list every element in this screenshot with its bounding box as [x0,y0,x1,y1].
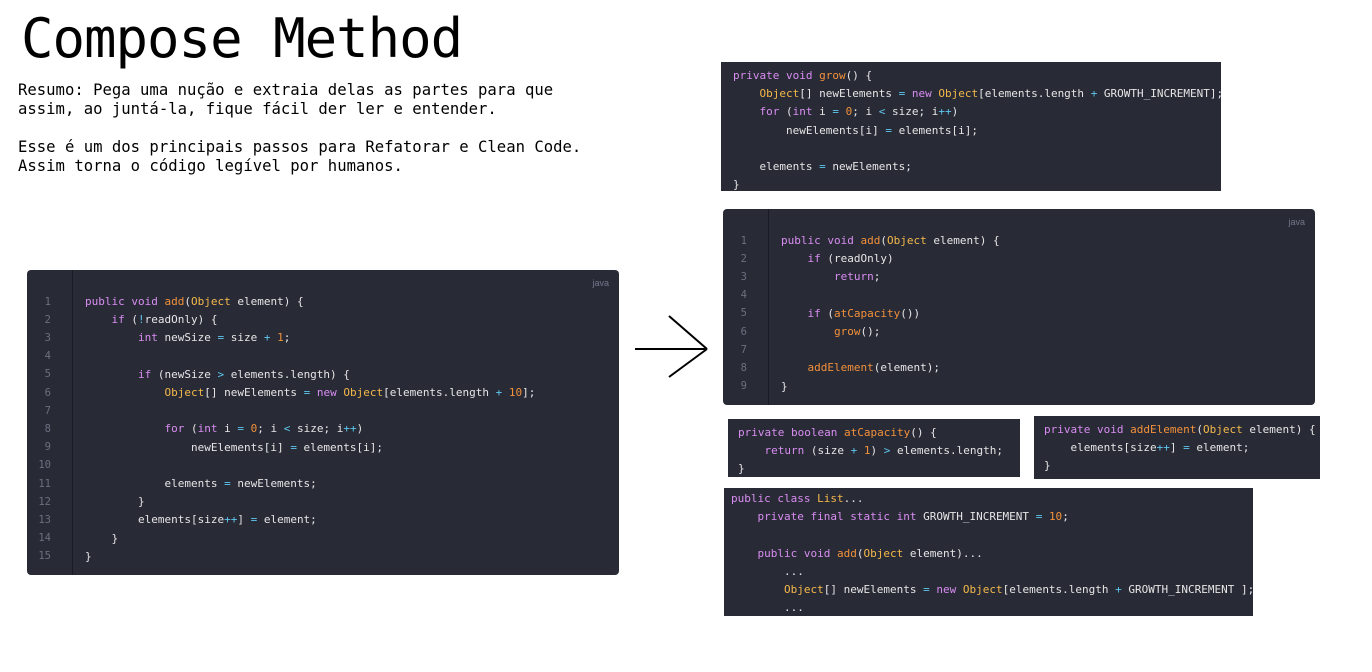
arrow-right-icon [635,315,708,378]
line-number: 9 [44,441,51,454]
language-label: java [1288,217,1305,227]
at-capacity-code-block: private boolean atCapacity() { return (s… [728,419,1020,477]
code-line: int newSize = size + 1; [137,331,291,345]
summary-line-1: Resumo: Pega uma nução e extraia delas a… [18,81,554,99]
line-number: 14 [38,532,51,545]
line-number: 11 [38,477,51,490]
code-line: private boolean atCapacity() { [738,426,937,439]
code-line: elements = newElements; [85,477,317,490]
code-line: } [1044,459,1051,473]
code-line: if (atCapacity()) [807,306,921,320]
line-number: 15 [38,550,51,563]
line-number: 7 [44,404,51,417]
line-number: 6 [740,325,747,338]
line-number: 3 [740,270,747,283]
line-number: 8 [44,422,51,435]
code-line: grow(); [833,325,881,338]
code-line: public void add(Object element) { [781,234,1000,247]
line-number: 12 [38,495,51,508]
code-line: } [781,379,788,393]
code-line: elements = newElements; [733,160,912,173]
code-line: public void add(Object element) { [85,295,304,308]
line-number: 5 [740,307,747,320]
code-line: Object[] newElements = new Object[elemen… [164,386,536,399]
line-number: 13 [38,513,51,526]
line-number: 9 [740,380,747,393]
code-line: } [733,178,740,192]
line-number: 5 [44,368,51,381]
code-line: elements[size++] = element; [1044,441,1250,455]
summary-line-4: Assim torna o código legível por humanos… [18,157,403,175]
code-line: return (size + 1) > elements.length; [764,444,1003,458]
line-number: 3 [44,331,51,344]
code-line: Object[] newElements = new Object[elemen… [783,583,1255,596]
code-line: Object[] newElements = new Object[elemen… [759,87,1224,101]
code-line: return; [833,270,881,284]
line-number: 1 [44,295,51,308]
summary-line-2: assim, ao juntá-la, fique fácil der ler … [18,100,497,118]
code-line: ... [731,601,804,615]
code-line: for (int i = 0; i < size; i++) [759,105,959,119]
line-number: 2 [44,313,51,326]
page-title: Compose Method [21,7,463,70]
language-label: java [592,278,609,288]
code-line: public class List... [731,492,864,505]
grow-code-block: private void grow() { Object[] newElemen… [721,62,1224,192]
summary-line-3: Esse é um dos principais passos para Ref… [18,138,582,156]
line-number: 4 [44,350,51,363]
class-list-code-block: public class List... private final stati… [724,488,1255,616]
code-line: if (newSize > elements.length) { [137,367,350,381]
code-line: addElement(element); [807,361,940,375]
line-number: 6 [44,386,51,399]
line-number: 2 [740,252,747,265]
code-line: } [738,462,745,476]
code-line: public void add(Object element)... [757,546,983,560]
original-add-code-block: java 1 public void add(Object element) { 2… [27,270,619,575]
code-line: } [85,495,145,509]
code-line: if (!readOnly) { [111,313,218,327]
refactored-add-code-block: java 1 public void add(Object element) { 2… [723,209,1315,405]
code-line: private final static int GROWTH_INCREMEN… [757,510,1069,524]
line-number: 10 [38,459,51,472]
code-line: private void grow() { [733,69,873,82]
code-line: for (int i = 0; i < size; i++) [164,422,364,436]
code-line: } [85,531,119,545]
code-line: } [85,549,92,563]
add-element-code-block: private void addElement(Object element) … [1034,416,1320,479]
line-number: 1 [740,234,747,247]
code-line: newElements[i] = elements[i]; [85,440,384,454]
line-number: 8 [740,361,747,374]
code-line: private void addElement(Object element) … [1044,423,1316,436]
code-line: elements[size++] = element; [85,513,317,527]
line-number: 7 [740,343,747,356]
code-line: if (readOnly) [807,252,894,266]
code-line: ... [731,564,804,578]
line-number: 4 [740,289,747,302]
code-line: newElements[i] = elements[i]; [733,123,979,137]
